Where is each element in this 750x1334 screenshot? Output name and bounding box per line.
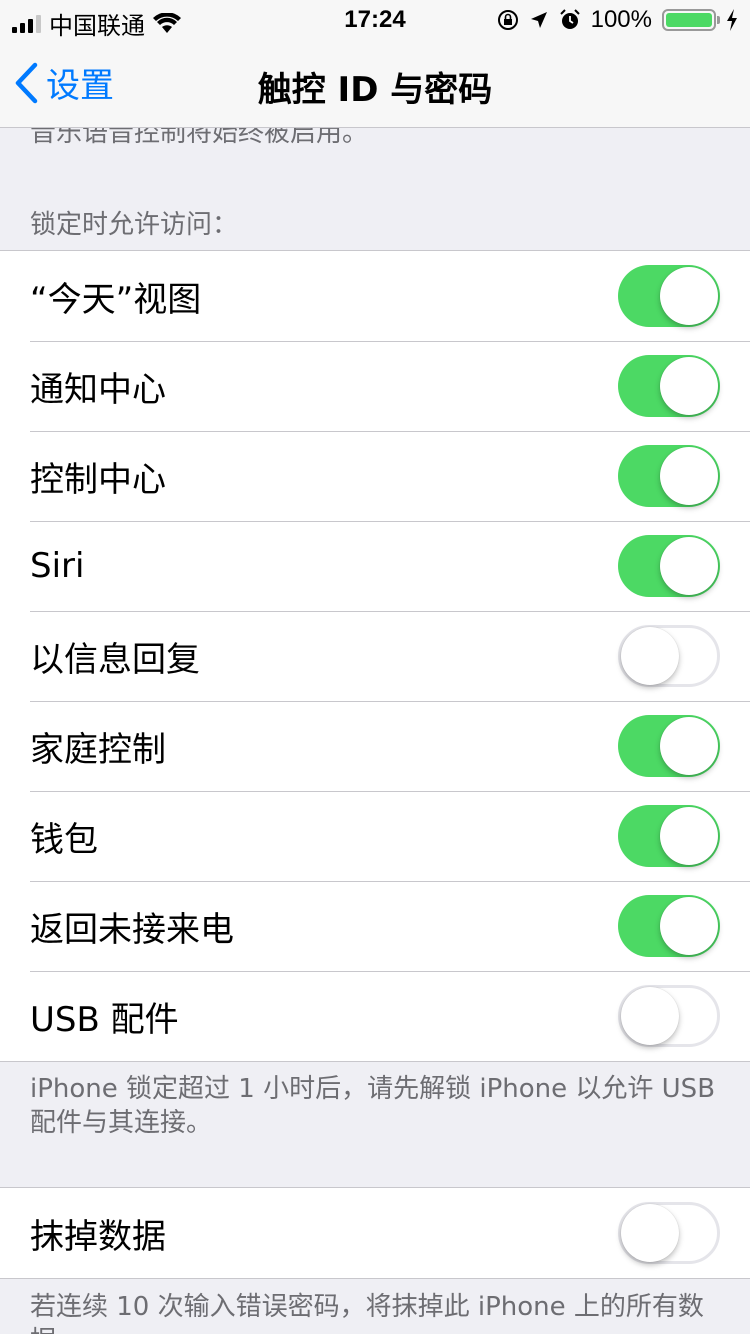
setting-label: 钱包 bbox=[30, 819, 98, 860]
setting-label: 返回未接来电 bbox=[30, 909, 234, 950]
setting-toggle[interactable] bbox=[618, 265, 720, 327]
chevron-left-icon bbox=[15, 62, 38, 103]
toggle-knob bbox=[660, 267, 718, 325]
wifi-icon bbox=[153, 12, 181, 33]
setting-toggle[interactable] bbox=[618, 445, 720, 507]
previous-section-footer: 音乐语音控制将始终被启用。 bbox=[30, 128, 369, 148]
toggle-knob bbox=[621, 987, 679, 1045]
setting-toggle[interactable] bbox=[618, 625, 720, 687]
toggle-knob bbox=[660, 807, 718, 865]
setting-toggle[interactable] bbox=[618, 805, 720, 867]
usb-footer-note: iPhone 锁定超过 1 小时后，请先解锁 iPhone 以允许 USB 配件… bbox=[30, 1074, 716, 1138]
setting-row: 钱包 bbox=[0, 791, 750, 881]
setting-toggle[interactable] bbox=[618, 355, 720, 417]
setting-toggle[interactable] bbox=[618, 715, 720, 777]
orientation-lock-icon bbox=[497, 10, 518, 30]
status-bar: 中国联通 17:24 100% bbox=[0, 0, 750, 40]
setting-toggle[interactable] bbox=[618, 535, 720, 597]
setting-label: 通知中心 bbox=[30, 369, 166, 410]
toggle-knob bbox=[660, 537, 718, 595]
setting-label: 以信息回复 bbox=[30, 639, 200, 680]
setting-toggle[interactable] bbox=[618, 985, 720, 1047]
toggle-knob bbox=[660, 897, 718, 955]
setting-label: 控制中心 bbox=[30, 459, 166, 500]
charging-icon bbox=[727, 9, 737, 31]
toggle-knob bbox=[660, 717, 718, 775]
setting-toggle[interactable] bbox=[618, 895, 720, 957]
battery-percent: 100% bbox=[590, 6, 652, 33]
toggle-knob bbox=[621, 627, 679, 685]
navigation-bar: 设置 触控 ID 与密码 bbox=[0, 40, 750, 128]
battery-icon bbox=[662, 9, 720, 31]
back-button[interactable]: 设置 bbox=[14, 58, 114, 107]
settings-list[interactable]: 音乐语音控制将始终被启用。 锁定时允许访问： “今天”视图 通知中心控制中心 Sir… bbox=[0, 128, 750, 1334]
setting-label: USB 配件 bbox=[30, 999, 179, 1040]
setting-row: USB 配件 bbox=[0, 971, 750, 1061]
carrier-label: 中国联通 bbox=[49, 13, 145, 40]
signal-icon bbox=[12, 14, 41, 33]
erase-footer-note: 若连续 10 次输入错误密码，将抹掉此 iPhone 上的所有数据。 bbox=[30, 1292, 704, 1334]
status-right: 100% bbox=[497, 6, 738, 34]
erase-data-label: 抹掉数据 bbox=[30, 1216, 166, 1257]
toggle-knob bbox=[660, 357, 718, 415]
location-icon bbox=[530, 12, 547, 28]
setting-row: 以信息回复 bbox=[0, 611, 750, 701]
back-label: 设置 bbox=[46, 66, 114, 106]
erase-data-row: 抹掉数据 bbox=[0, 1188, 750, 1278]
setting-label: 家庭控制 bbox=[30, 729, 166, 770]
setting-row: “今天”视图 bbox=[0, 251, 750, 341]
setting-row: 通知中心 bbox=[0, 341, 750, 431]
setting-label: “今天”视图 bbox=[30, 279, 202, 320]
setting-label: Siri bbox=[30, 546, 85, 586]
section-header-lock-access: 锁定时允许访问： bbox=[30, 210, 239, 240]
erase-data-toggle[interactable] bbox=[618, 1202, 720, 1264]
setting-row: Siri bbox=[0, 521, 750, 611]
erase-group: 抹掉数据 bbox=[0, 1187, 750, 1279]
alarm-icon bbox=[559, 9, 580, 29]
setting-row: 控制中心 bbox=[0, 431, 750, 521]
toggle-knob bbox=[621, 1204, 679, 1262]
setting-row: 家庭控制 bbox=[0, 701, 750, 791]
setting-row: 返回未接来电 bbox=[0, 881, 750, 971]
lock-access-group: “今天”视图 通知中心控制中心 Siri 以信息回复家庭控制钱包返回未接来电 USB 配… bbox=[0, 250, 750, 1062]
toggle-knob bbox=[660, 447, 718, 505]
status-left: 中国联通 bbox=[12, 6, 181, 41]
